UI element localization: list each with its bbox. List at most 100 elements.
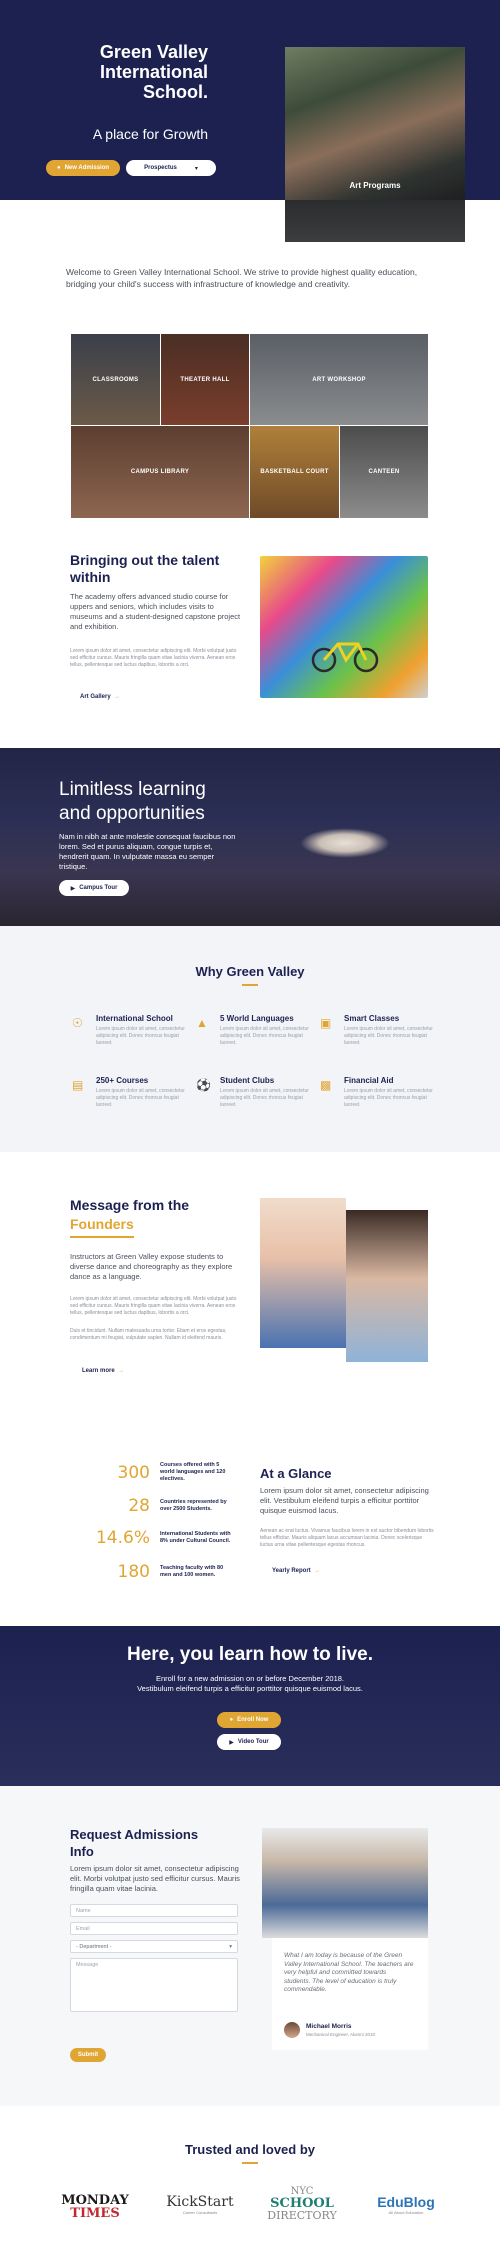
founders-title: Message from the Founders [70,1196,250,1234]
feature-text: Lorem ipsum dolor sit amet, consectetur … [96,1088,185,1108]
facility-label: THEATER HALL [180,376,230,383]
talent-lead: The academy offers advanced studio cours… [70,592,241,631]
founders-body1: Lorem ipsum dolor sit amet, consectetur … [70,1296,237,1316]
stat-number: 14.6% [95,1528,150,1548]
video-tour-button[interactable]: ▶ Video Tour [217,1734,281,1750]
feature-text: Lorem ipsum dolor sit amet, consectetur … [220,1026,309,1046]
bicycle-icon [310,634,380,674]
logo-line2: All About Education [388,2210,424,2215]
founder-photo-man [260,1198,346,1348]
facility-campus-library[interactable]: CAMPUS LIBRARY [71,426,249,518]
facility-theater-hall[interactable]: THEATER HALL [161,334,249,425]
limitless-section: Limitless learning and opportunities Nam… [0,748,500,926]
art-gallery-link[interactable]: Art Gallery → [80,694,120,700]
hero-image-caption: Art Programs [349,181,401,190]
campus-tour-button[interactable]: ▶ Campus Tour [59,880,129,896]
department-value: - Department - [76,1944,112,1950]
logo-line3: DIRECTORY [267,2209,337,2222]
founder-photo-woman [346,1210,428,1362]
glance-section: 300 Courses offered with 5 world languag… [0,1420,500,1610]
message-placeholder: Message [76,1962,99,1968]
feature-5-world-languages: ▲ 5 World Languages Lorem ipsum dolor sit… [196,1014,316,1047]
stat-label: Courses offered with 5 world languages a… [160,1462,226,1482]
limitless-title: Limitless learning and opportunities [59,778,299,826]
submit-button[interactable]: Submit [70,2048,106,2062]
feature-international-school: ☉ International School Lorem ipsum dolor … [72,1014,192,1047]
welcome-text: Welcome to Green Valley International Sc… [66,267,418,289]
enroll-now-label: Enroll Now [237,1717,269,1723]
facility-art-workshop[interactable]: ART WORKSHOP [250,334,428,425]
learn-more-label: Learn more [82,1368,115,1374]
hero-section: Green Valley International School. A pla… [0,0,500,200]
logo-monday-times: MONDAY TIMES [56,2194,134,2220]
why-title: Why Green Valley [195,964,305,979]
limitless-title-line2: and opportunities [59,803,205,824]
new-admission-button[interactable]: ● New Admission [46,160,120,176]
stat-number: 28 [128,1496,150,1516]
logo-nyc-school-directory: NYC SCHOOL DIRECTORY [262,2186,342,2222]
new-admission-label: New Admission [64,165,110,171]
avatar [284,2022,300,2038]
talent-title-line2: within [70,569,111,585]
facility-classrooms[interactable]: CLASSROOMS [71,334,160,425]
cta-line2: Vestibulum eleifend turpis a efficitur p… [137,1684,363,1693]
testimonial-role: Mechanical Engineer, Alumni 2010 [306,2032,376,2037]
limitless-text: Nam in nibh at ante molestie consequat f… [59,832,236,871]
play-icon: ▶ [229,1739,234,1746]
globe-icon: ☉ [72,1016,83,1030]
admissions-lead: Lorem ipsum dolor sit amet, consectetur … [70,1864,240,1893]
admissions-title-line1: Request Admissions [70,1827,199,1842]
stat-number: 180 [117,1562,150,1582]
facility-label: CAMPUS LIBRARY [130,469,190,475]
stat-row: 180 Teaching faculty with 80 men and 100… [95,1562,235,1582]
soccer-ball-icon: ⚽ [196,1078,211,1092]
learn-more-link[interactable]: Learn more → [82,1368,124,1374]
cta-line1: Enroll for a new admission on or before … [155,1674,345,1683]
admissions-section: Request Admissions Info Lorem ipsum dolo… [0,1786,500,2106]
campus-tour-label: Campus Tour [79,885,118,891]
glance-lead: Lorem ipsum dolor sit amet, consectetur … [260,1486,429,1515]
enroll-now-button[interactable]: ● Enroll Now [217,1712,281,1728]
facility-canteen[interactable]: CANTEEN [340,426,428,518]
facility-basketball-court[interactable]: BASKETBALL COURT [250,426,339,518]
email-field[interactable]: Email [70,1922,238,1935]
name-field[interactable]: Name [70,1904,238,1917]
founders-underline [70,1236,134,1238]
logo-line1: KickStart [166,2194,234,2210]
play-icon: ▶ [70,885,76,892]
message-field[interactable]: Message [70,1958,238,2012]
user-icon: ● [229,1717,234,1723]
facility-label: CLASSROOMS [92,376,139,383]
hero-image-bottom [285,200,465,242]
art-gallery-label: Art Gallery [80,694,111,700]
feature-smart-classes: ▣ Smart Classes Lorem ipsum dolor sit ame… [320,1014,440,1047]
prospectus-label: Prospectus [144,165,177,171]
prospectus-dropdown[interactable]: Prospectus ▾ [126,160,216,176]
founders-title-line1: Message from the [70,1197,190,1213]
trusted-title: Trusted and loved by [184,2142,316,2157]
talent-title-line1: Bringing out the talent [70,552,220,568]
hero-title-line2: International [99,62,208,82]
feature-title: Smart Classes [344,1014,400,1023]
chevron-down-icon: ▾ [229,1944,232,1950]
arrow-right-icon: → [312,1568,321,1574]
why-title-underline [242,984,258,986]
arrow-right-icon: → [116,1368,125,1374]
video-tour-label: Video Tour [237,1739,269,1745]
founders-title-line2: Founders [70,1216,134,1232]
founders-lead: Instructors at Green Valley expose stude… [70,1252,233,1281]
facility-label: ART WORKSHOP [312,376,366,383]
logo-kickstart: KickStart Career Consultants [160,2194,240,2215]
feature-financial-aid: ▩ Financial Aid Lorem ipsum dolor sit ame… [320,1076,440,1109]
hero-tagline: A place for Growth [92,126,208,142]
logo-line1: EduBlog [377,2194,435,2210]
name-placeholder: Name [76,1908,91,1914]
department-select[interactable]: - Department - ▾ [70,1940,238,1953]
hero-title-line1: Green Valley [99,42,208,62]
feature-250-courses: ▤ 250+ Courses Lorem ipsum dolor sit amet… [72,1076,192,1109]
stat-row: 14.6% International Students with 8% und… [95,1528,235,1548]
laptop-icon: ▣ [320,1016,332,1030]
feature-text: Lorem ipsum dolor sit amet, consectetur … [344,1088,433,1108]
yearly-report-label: Yearly Report [272,1568,311,1574]
yearly-report-link[interactable]: Yearly Report → [272,1568,320,1574]
